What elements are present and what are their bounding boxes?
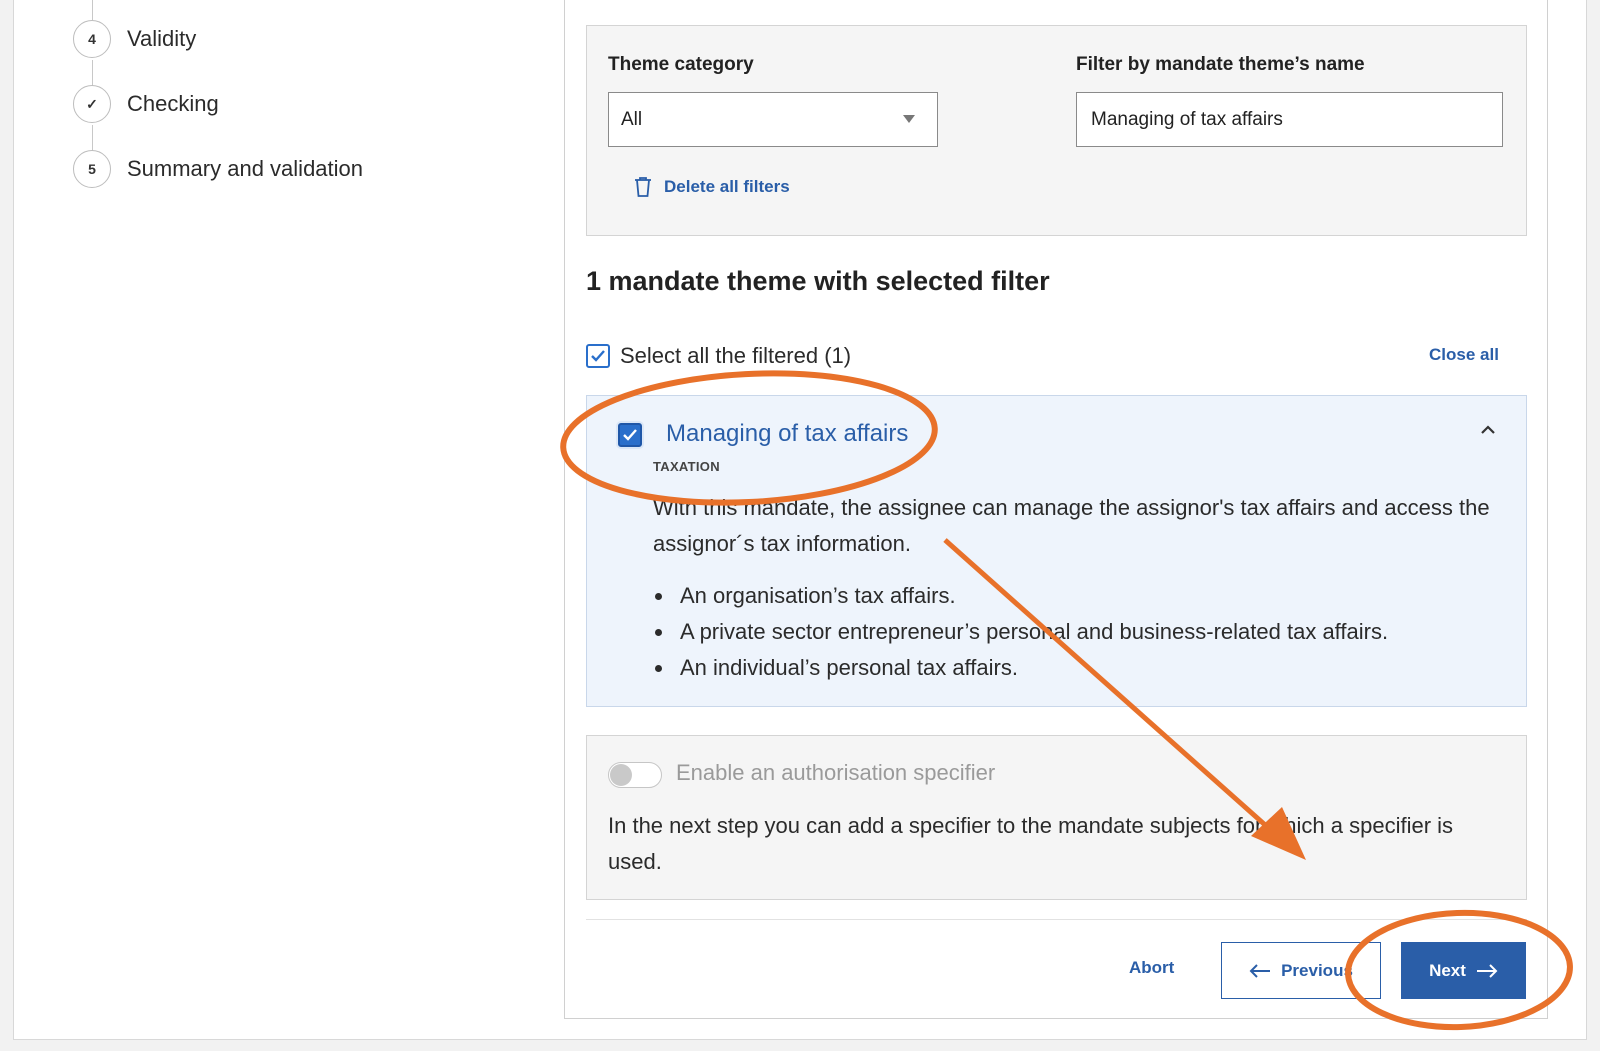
authorisation-specifier-toggle[interactable] xyxy=(608,762,662,788)
next-button[interactable]: Next xyxy=(1401,942,1526,999)
theme-category-select[interactable]: All xyxy=(608,92,938,147)
checkbox-checked-icon xyxy=(586,344,610,368)
delete-all-filters-label: Delete all filters xyxy=(664,177,790,196)
stepper-connector xyxy=(92,125,93,152)
step-label: Checking xyxy=(127,91,219,116)
step-complete-check-icon: ✓ xyxy=(73,85,111,123)
toggle-knob xyxy=(610,764,632,786)
list-item: An individual’s personal tax affairs. xyxy=(654,650,1388,686)
theme-category-tag: TAXATION xyxy=(653,459,720,474)
arrow-right-icon xyxy=(1476,963,1498,978)
toggle-label: Enable an authorisation specifier xyxy=(676,760,996,785)
step-validity[interactable]: 4 Validity xyxy=(73,19,196,59)
step-label: Validity xyxy=(127,26,197,51)
list-item: An organisation’s tax affairs. xyxy=(654,578,1388,614)
theme-title-link[interactable]: Managing of tax affairs xyxy=(666,420,908,448)
previous-label: Previous xyxy=(1281,960,1353,980)
name-filter-input[interactable] xyxy=(1076,92,1503,147)
theme-category-value: All xyxy=(621,108,643,130)
step-number: 5 xyxy=(73,150,111,188)
divider xyxy=(586,919,1527,920)
next-label: Next xyxy=(1429,960,1466,980)
step-summary-and-validation[interactable]: 5 Summary and validation xyxy=(73,149,363,189)
theme-description: With this mandate, the assignee can mana… xyxy=(653,495,1490,556)
stepper-connector xyxy=(92,60,93,87)
results-heading: 1 mandate theme with selected filter xyxy=(586,266,1050,296)
chevron-up-icon[interactable] xyxy=(1480,422,1496,438)
theme-category-label: Theme category xyxy=(608,54,754,75)
trash-icon xyxy=(635,177,651,197)
checkbox-checked-icon xyxy=(618,423,642,447)
arrow-left-icon xyxy=(1249,963,1271,978)
list-item: A private sector entrepreneur’s personal… xyxy=(654,614,1388,650)
previous-button[interactable]: Previous xyxy=(1221,942,1381,999)
name-filter-label: Filter by mandate theme’s name xyxy=(1076,54,1365,75)
stepper-connector xyxy=(92,0,93,20)
close-all-link[interactable]: Close all xyxy=(1429,345,1499,365)
step-number: 4 xyxy=(73,20,111,58)
theme-bullet-list: An organisation’s tax affairs. A private… xyxy=(654,578,1388,686)
dropdown-arrow-icon xyxy=(903,115,915,123)
select-all-filtered-checkbox[interactable]: Select all the filtered (1) xyxy=(586,343,851,369)
delete-all-filters-button[interactable]: Delete all filters xyxy=(634,176,790,198)
specifier-description: In the next step you can add a specifier… xyxy=(608,813,1454,874)
abort-button[interactable]: Abort xyxy=(1129,958,1174,978)
step-label: Summary and validation xyxy=(127,156,364,181)
select-all-label: Select all the filtered (1) xyxy=(620,343,852,368)
theme-checkbox[interactable] xyxy=(618,423,642,447)
step-checking[interactable]: ✓ Checking xyxy=(73,84,219,124)
